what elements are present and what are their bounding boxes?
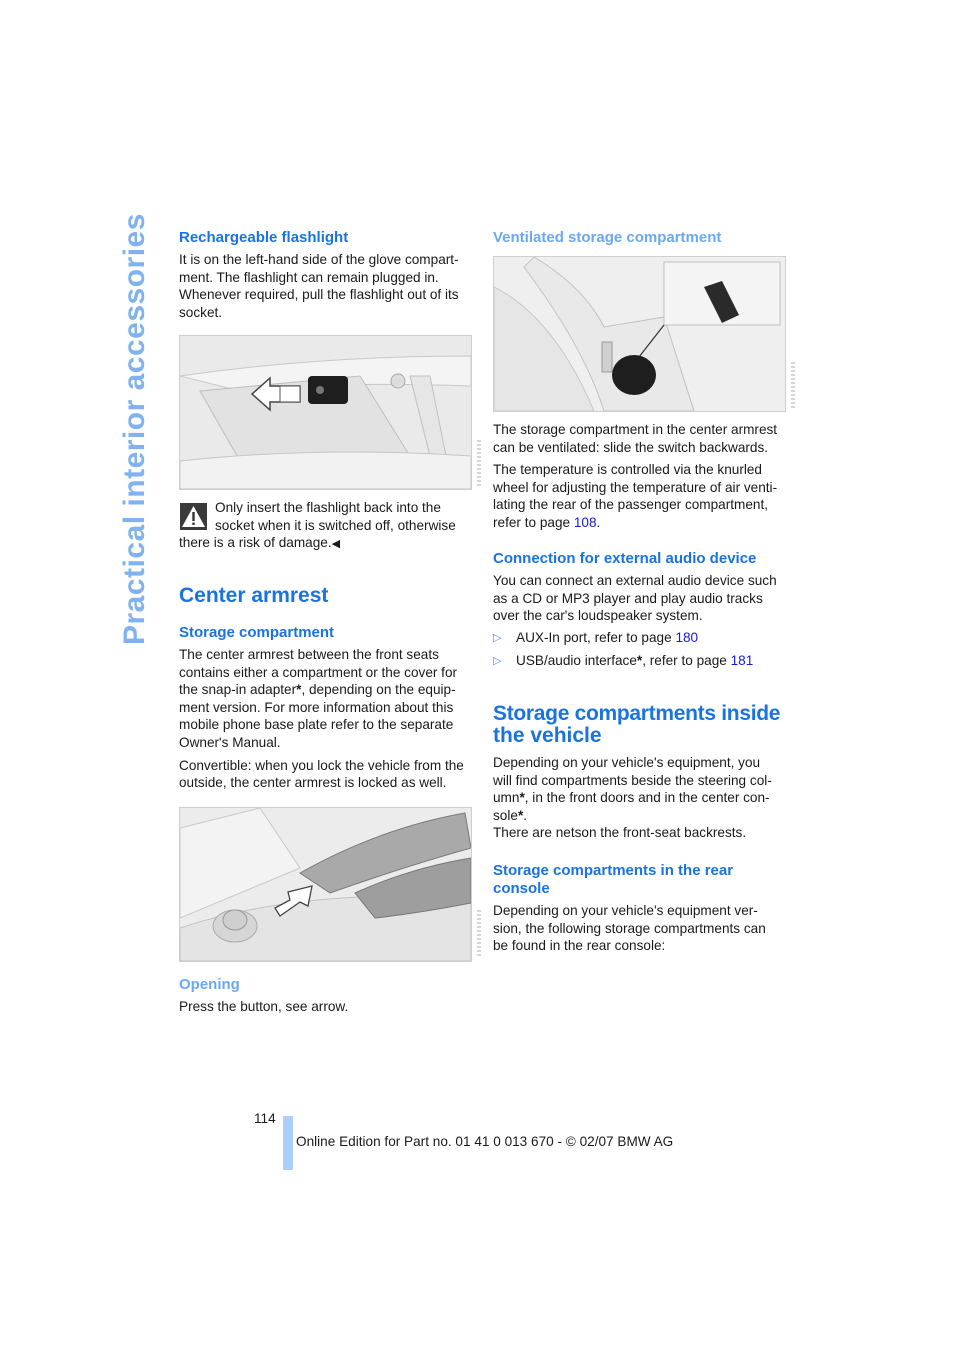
inside-text-line: There are netson the front-seat backrest… xyxy=(493,825,747,841)
center-armrest-heading: Center armrest xyxy=(179,584,329,607)
text-span: . xyxy=(523,807,528,823)
footer-accent-bar xyxy=(283,1116,293,1170)
temperature-text-line: refer to page 108. xyxy=(493,514,785,532)
ventilated-text-line: The storage compartment in the center ar… xyxy=(493,422,778,437)
opening-text: Press the button, see arrow. xyxy=(179,999,349,1014)
audio-text-line: over the car's loudspeaker system. xyxy=(493,608,703,624)
temperature-text-line: lating the rear of the passenger compart… xyxy=(493,497,769,513)
page-link-180[interactable]: 180 xyxy=(675,630,698,645)
figure-code-watermark xyxy=(477,910,481,958)
armrest-figure xyxy=(179,807,472,962)
warning-text-line: Only insert the flashlight back into the xyxy=(215,500,441,515)
bullet-triangle-icon: ▷ xyxy=(493,631,502,644)
opening-heading: Opening xyxy=(179,976,240,993)
ventilated-illustration xyxy=(494,257,785,411)
text-span: , in the front doors and in the center c… xyxy=(524,790,770,806)
page-number: 114 xyxy=(254,1111,276,1126)
text-span: umn xyxy=(493,790,520,806)
rear-console-heading-line: console xyxy=(493,880,550,897)
text-span: USB/audio interface xyxy=(516,652,637,668)
rear-console-heading-line: Storage compartments in the rear xyxy=(493,862,734,879)
temperature-text-line: The temperature is controlled via the kn… xyxy=(493,462,762,478)
warning-note: Only insert the flashlight back into the… xyxy=(179,499,471,554)
inside-vehicle-heading-line: the vehicle xyxy=(493,724,602,747)
rear-console-text-line: Depending on your vehicle's equipment ve… xyxy=(493,903,758,918)
bullet-triangle-icon: ▷ xyxy=(493,654,502,667)
flashlight-section: Rechargeable flashlight It is on the lef… xyxy=(179,229,471,321)
inside-text-line: will find compartments beside the steeri… xyxy=(493,772,772,788)
temperature-text-line: wheel for adjusting the temperature of a… xyxy=(493,479,778,495)
text-span: AUX-In port, refer to page xyxy=(516,629,676,645)
rear-console-text-line: sion, the following storage compartments… xyxy=(493,920,766,936)
flashlight-illustration xyxy=(180,336,471,489)
audio-section: Connection for external audio device You… xyxy=(493,550,785,674)
storage-compartment-heading: Storage compartment xyxy=(179,624,335,641)
text-span: , depending on the equip- xyxy=(301,682,456,698)
storage-text-line: Owner's Manual. xyxy=(179,734,281,750)
flashlight-socket-icon xyxy=(308,376,348,404)
page-link-181[interactable]: 181 xyxy=(731,653,754,668)
center-armrest-section: Center armrest Storage compartment The c… xyxy=(179,585,471,792)
bullet-text: USB/audio interface*, refer to page 181 xyxy=(493,652,785,670)
audio-heading: Connection for external audio device xyxy=(493,550,757,567)
list-item: ▷ AUX-In port, refer to page 180 xyxy=(493,629,785,651)
storage-text-line: The center armrest between the front sea… xyxy=(179,647,439,662)
text-span: . xyxy=(596,514,601,530)
storage-text-line: ment version. For more information about… xyxy=(179,699,454,715)
rear-console-section: Storage compartments in the rear console… xyxy=(493,862,785,955)
ventilated-text-line: can be ventilated: slide the switch back… xyxy=(493,439,769,455)
warning-last-line: there is a risk of damage. xyxy=(179,535,332,551)
opening-section: Opening Press the button, see arrow. xyxy=(179,976,471,1016)
warning-text-line: there is a risk of damage.◀ xyxy=(179,534,471,554)
flashlight-text-line: It is on the left-hand side of the glove… xyxy=(179,252,459,267)
text-span: the snap-in adapter xyxy=(179,682,297,698)
ventilated-heading: Ventilated storage compartment xyxy=(493,229,722,246)
inside-text-line: umn*, in the front doors and in the cent… xyxy=(493,789,785,807)
storage-text-line: mobile phone base plate refer to the sep… xyxy=(179,717,454,733)
list-item: ▷ USB/audio interface*, refer to page 18… xyxy=(493,652,785,674)
audio-text-line: You can connect an external audio device… xyxy=(493,573,777,588)
flashlight-heading: Rechargeable flashlight xyxy=(179,229,349,246)
text-span: , refer to page xyxy=(642,652,731,668)
flashlight-text-line: ment. The flashlight can remain plugged … xyxy=(179,269,439,285)
audio-text-line: as a CD or MP3 player and play audio tra… xyxy=(493,590,763,606)
bullet-text: AUX-In port, refer to page 180 xyxy=(493,629,785,647)
ventilated-text: The storage compartment in the center ar… xyxy=(493,421,785,532)
flashlight-text-line: Whenever required, pull the flashlight o… xyxy=(179,287,459,303)
inside-vehicle-heading-line: Storage compartments inside xyxy=(493,702,781,725)
end-mark-icon: ◀ xyxy=(331,538,341,551)
figure-code-watermark xyxy=(477,440,481,488)
armrest-illustration xyxy=(180,808,471,961)
section-side-title: Practical interior accessories xyxy=(118,213,151,645)
cupholder xyxy=(612,355,656,395)
page-link-108[interactable]: 108 xyxy=(574,515,597,530)
convertible-text-line: outside, the center armrest is locked as… xyxy=(179,775,447,791)
convertible-text-line: Convertible: when you lock the vehicle f… xyxy=(179,757,464,773)
footer-edition: Online Edition for Part no. 01 41 0 013 … xyxy=(296,1134,674,1149)
ventilated-figure xyxy=(493,256,786,412)
storage-text-line: the snap-in adapter*, depending on the e… xyxy=(179,681,471,699)
warning-text-line: socket when it is switched off, otherwis… xyxy=(215,517,456,533)
storage-text-line: contains either a compartment or the cov… xyxy=(179,664,458,680)
ventilated-section: Ventilated storage compartment xyxy=(493,229,785,247)
flashlight-text-line: socket. xyxy=(179,304,223,320)
inside-text-line: Depending on your vehicle's equipment, y… xyxy=(493,755,761,770)
flashlight-figure xyxy=(179,335,472,490)
text-span: sole xyxy=(493,807,518,823)
text-span: refer to page xyxy=(493,514,574,530)
inside-text-line: sole*. xyxy=(493,807,785,825)
inside-vehicle-section: Storage compartments inside the vehicle … xyxy=(493,703,785,842)
figure-code-watermark xyxy=(791,362,795,410)
rear-console-text-line: be found in the rear console: xyxy=(493,938,666,954)
